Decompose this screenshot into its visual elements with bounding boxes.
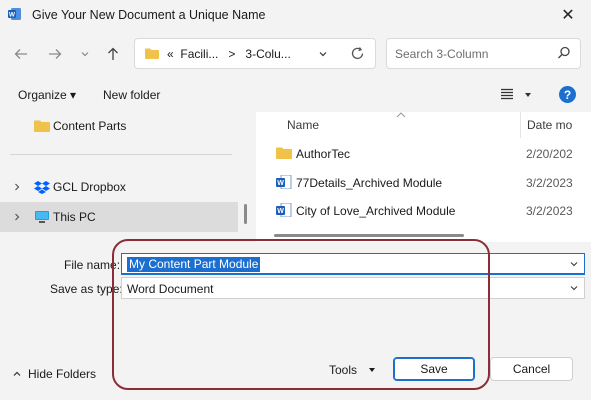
address-bar[interactable]: « Facili... > 3-Colu... bbox=[134, 38, 376, 69]
help-icon[interactable]: ? bbox=[559, 86, 576, 103]
search-icon[interactable] bbox=[556, 45, 572, 61]
breadcrumb-item-3-column[interactable]: 3-Colu... bbox=[245, 47, 290, 61]
file-row[interactable]: W City of Love_Archived Module 3/2/2023 bbox=[256, 196, 591, 224]
chevron-up-icon bbox=[13, 371, 21, 376]
expand-chevron-icon[interactable] bbox=[12, 182, 22, 192]
svg-text:W: W bbox=[277, 180, 284, 187]
dialog-title: Give Your New Document a Unique Name bbox=[32, 8, 266, 22]
navigation-pane: Content Parts GCL Dropbox This PC bbox=[0, 112, 252, 242]
column-header-date-modified[interactable]: Date mo bbox=[527, 112, 572, 138]
save-form: File name: My Content Part Module Save a… bbox=[0, 242, 591, 400]
file-name: 77Details_Archived Module bbox=[296, 176, 443, 190]
new-folder-button[interactable]: New folder bbox=[103, 88, 160, 102]
file-date: 3/2/2023 bbox=[526, 176, 573, 190]
breadcrumb-overflow[interactable]: « bbox=[167, 47, 174, 61]
expand-chevron-icon[interactable] bbox=[12, 212, 22, 222]
nav-pane-scrollbar[interactable] bbox=[244, 204, 247, 224]
save-button[interactable]: Save bbox=[393, 357, 475, 381]
save-as-type-select[interactable]: Word Document bbox=[121, 277, 585, 299]
forward-arrow-icon[interactable] bbox=[43, 42, 67, 66]
hide-folders-label: Hide Folders bbox=[28, 367, 97, 381]
file-name: City of Love_Archived Module bbox=[296, 204, 456, 218]
nav-item-content-parts[interactable]: Content Parts bbox=[0, 112, 240, 141]
breadcrumb: « Facili... > 3-Colu... bbox=[167, 47, 291, 61]
breadcrumb-item-facilities[interactable]: Facili... bbox=[180, 47, 218, 61]
dropbox-icon bbox=[34, 181, 50, 194]
close-icon[interactable]: ✕ bbox=[545, 0, 591, 30]
svg-text:W: W bbox=[277, 208, 284, 215]
file-row[interactable]: AuthorTec 2/20/202 bbox=[256, 139, 591, 167]
word-app-icon: W bbox=[8, 8, 21, 20]
column-header-name[interactable]: Name bbox=[287, 112, 319, 138]
file-name-value: My Content Part Module bbox=[127, 257, 261, 272]
column-divider[interactable] bbox=[520, 112, 521, 138]
navigation-bar: « Facili... > 3-Colu... Search 3-Column bbox=[0, 30, 591, 78]
folder-icon bbox=[34, 120, 50, 132]
nav-item-this-pc[interactable]: This PC bbox=[0, 202, 238, 232]
chevron-down-icon[interactable] bbox=[569, 283, 579, 293]
nav-item-gcl-dropbox[interactable]: GCL Dropbox bbox=[0, 172, 240, 202]
svg-text:W: W bbox=[9, 12, 16, 19]
save-as-type-label: Save as type: bbox=[50, 282, 123, 296]
word-doc-icon: W bbox=[276, 203, 292, 217]
file-date: 3/2/2023 bbox=[526, 204, 573, 218]
search-placeholder: Search 3-Column bbox=[395, 47, 489, 61]
tools-menu-button[interactable]: Tools bbox=[329, 363, 357, 377]
search-box[interactable]: Search 3-Column bbox=[386, 38, 581, 69]
back-arrow-icon[interactable] bbox=[9, 42, 33, 66]
nav-item-label: GCL Dropbox bbox=[53, 180, 126, 194]
word-doc-icon: W bbox=[276, 175, 292, 189]
sort-ascending-icon bbox=[396, 112, 406, 118]
divider bbox=[10, 154, 232, 155]
file-date: 2/20/202 bbox=[526, 147, 573, 161]
file-row[interactable]: W 77Details_Archived Module 3/2/2023 bbox=[256, 168, 591, 196]
refresh-icon[interactable] bbox=[350, 46, 365, 61]
file-list: Name Date mo AuthorTec 2/20/202 W 77Deta… bbox=[256, 112, 591, 242]
file-name-label: File name: bbox=[64, 258, 121, 272]
organize-menu-button[interactable]: Organize ▾ bbox=[18, 88, 76, 102]
nav-item-label: Content Parts bbox=[53, 119, 127, 133]
view-dropdown-caret-icon[interactable] bbox=[524, 91, 532, 99]
file-list-horizontal-scrollbar[interactable] bbox=[274, 234, 464, 237]
address-dropdown-chevron-icon[interactable] bbox=[318, 49, 328, 59]
title-bar: W Give Your New Document a Unique Name ✕ bbox=[0, 0, 591, 30]
nav-item-label: This PC bbox=[53, 210, 96, 224]
folder-icon bbox=[276, 147, 292, 159]
file-name: AuthorTec bbox=[296, 147, 351, 161]
up-arrow-icon[interactable] bbox=[101, 42, 125, 66]
chevron-down-icon[interactable] bbox=[569, 259, 579, 269]
view-list-icon[interactable] bbox=[500, 87, 514, 101]
folder-icon bbox=[145, 48, 159, 59]
command-bar: Organize ▾ New folder bbox=[0, 78, 591, 112]
recent-locations-chevron-icon[interactable] bbox=[73, 42, 97, 66]
monitor-icon bbox=[35, 211, 49, 223]
tools-dropdown-caret-icon[interactable] bbox=[368, 366, 376, 374]
file-name-field[interactable]: My Content Part Module bbox=[121, 253, 585, 275]
hide-folders-button[interactable]: Hide Folders bbox=[12, 367, 96, 381]
cancel-button[interactable]: Cancel bbox=[490, 357, 573, 381]
breadcrumb-separator: > bbox=[228, 47, 236, 61]
save-as-type-value: Word Document bbox=[127, 282, 214, 296]
